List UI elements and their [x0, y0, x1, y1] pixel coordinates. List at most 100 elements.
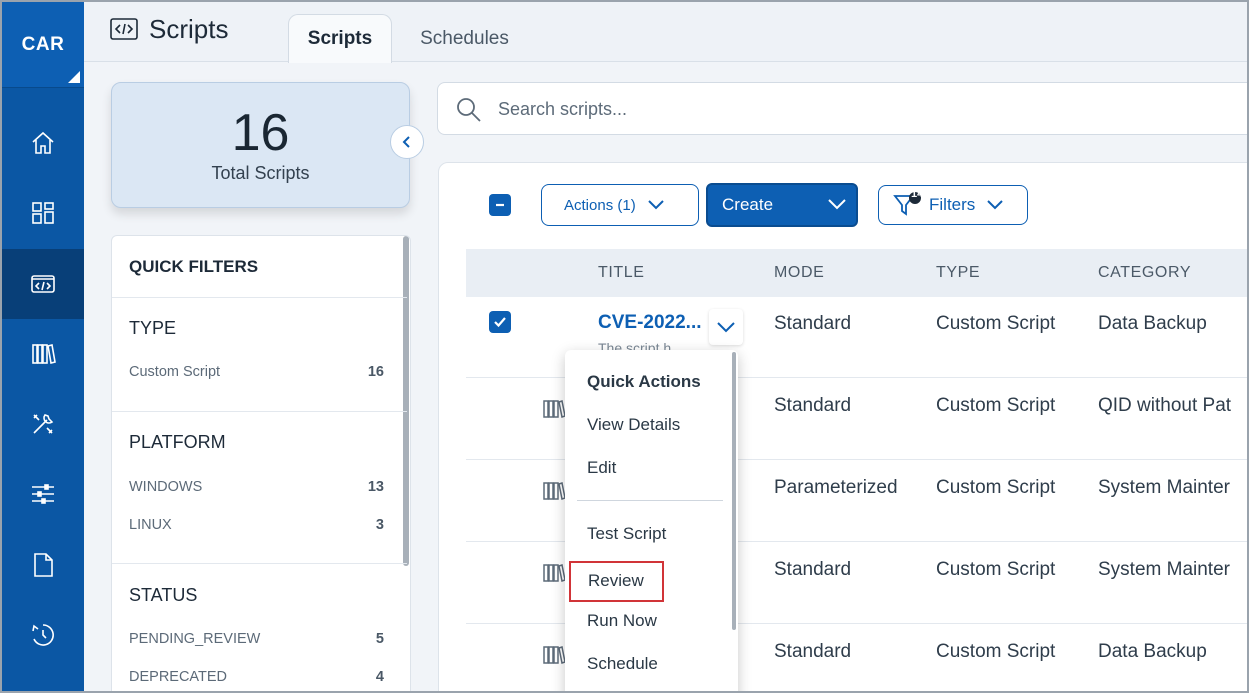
search-bar [437, 82, 1247, 135]
nav-scripts[interactable] [2, 249, 84, 319]
filter-item-count: 16 [367, 364, 384, 380]
filter-item-count: 4 [375, 669, 384, 685]
quick-filters-title: QUICK FILTERS [129, 257, 259, 276]
script-title-link[interactable]: CVE-2022... [598, 312, 702, 334]
filter-item-deprecated[interactable]: DEPRECATED 4 [129, 669, 384, 685]
actions-button[interactable]: Actions (1) [541, 184, 699, 226]
quick-actions-menu: Quick Actions View Details Edit Test Scr… [565, 350, 738, 691]
library-icon [543, 400, 566, 418]
menu-scrollbar[interactable] [732, 352, 736, 630]
filter-section-platform: PLATFORM [129, 432, 226, 452]
menu-divider [577, 500, 723, 501]
document-icon [34, 553, 53, 577]
library-icon [543, 482, 566, 500]
menu-item-view-details[interactable]: View Details [587, 415, 680, 435]
filters-button-label: Filters [929, 195, 976, 214]
cell-mode: Standard [774, 641, 852, 662]
actions-button-label: Actions (1) [564, 196, 636, 214]
filter-item-count: 3 [375, 517, 384, 533]
filter-item-label: PENDING_REVIEW [129, 631, 261, 647]
page-header: Scripts [84, 2, 1247, 62]
filter-section-type: TYPE [129, 318, 177, 338]
chevron-down-icon [828, 199, 846, 210]
cell-category: Data Backup [1098, 313, 1207, 334]
cell-category: QID without Pat [1098, 395, 1232, 416]
quick-actions-title: Quick Actions [587, 372, 701, 391]
page-title: Scripts [149, 14, 229, 44]
tools-icon [33, 414, 54, 434]
filter-item-count: 5 [375, 631, 384, 647]
menu-item-schedule[interactable]: Schedule [587, 654, 658, 674]
library-icon [543, 646, 566, 664]
chevron-left-icon [402, 136, 410, 148]
nav-tools[interactable] [2, 389, 84, 459]
library-icon [543, 564, 566, 582]
tab-scripts[interactable]: Scripts [288, 14, 392, 63]
divider [112, 411, 407, 412]
filter-item-pending-review[interactable]: PENDING_REVIEW 5 [129, 631, 384, 647]
chevron-down-icon [717, 321, 735, 332]
cell-type: Custom Script [936, 559, 1056, 580]
select-all-checkbox[interactable] [489, 194, 511, 216]
nav-reports[interactable] [2, 530, 84, 600]
divider [112, 297, 407, 298]
code-icon [110, 18, 138, 40]
checkmark-icon [494, 317, 506, 328]
tab-schedules[interactable]: Schedules [407, 14, 522, 63]
app-frame: CAR Scripts Scripts Schedules 16 Total S… [0, 0, 1249, 693]
cell-type: Custom Script [936, 395, 1056, 416]
column-title[interactable]: TITLE [598, 264, 645, 282]
row-actions-toggle[interactable] [709, 309, 743, 345]
search-input[interactable] [498, 95, 1198, 123]
filters-scrollbar[interactable] [403, 236, 409, 566]
row-checkbox[interactable] [489, 311, 511, 333]
home-icon [32, 131, 54, 154]
nav-library[interactable] [2, 319, 84, 389]
column-type[interactable]: TYPE [936, 264, 980, 282]
collapse-panel-button[interactable] [390, 125, 424, 159]
code-icon [31, 275, 55, 293]
switcher-corner-icon [68, 71, 80, 83]
create-button[interactable]: Create [706, 183, 858, 227]
filters-button[interactable]: 14 Filters [878, 185, 1028, 225]
cell-type: Custom Script [936, 477, 1056, 498]
column-category[interactable]: CATEGORY [1098, 264, 1191, 282]
filter-item-linux[interactable]: LINUX 3 [129, 517, 384, 533]
divider [112, 563, 407, 564]
cell-mode: Standard [774, 313, 852, 334]
nav-settings[interactable] [2, 459, 84, 529]
chevron-down-icon [987, 200, 1003, 210]
nav-home[interactable] [2, 108, 84, 178]
nav-history[interactable] [2, 600, 84, 670]
cell-type: Custom Script [936, 313, 1056, 334]
cell-type: Custom Script [936, 641, 1056, 662]
chevron-down-icon [647, 200, 664, 210]
library-icon [32, 344, 56, 364]
review-highlight-box [569, 561, 664, 602]
column-mode[interactable]: MODE [774, 264, 824, 282]
search-icon [457, 98, 481, 122]
total-scripts-label: Total Scripts [211, 163, 310, 183]
brand-switcher[interactable]: CAR [2, 2, 84, 88]
filter-item-label: LINUX [129, 517, 172, 533]
menu-item-run-now[interactable]: Run Now [587, 611, 657, 631]
menu-item-edit[interactable]: Edit [587, 458, 616, 478]
filters-count-badge: 14 [911, 188, 924, 200]
menu-item-test-script[interactable]: Test Script [587, 524, 666, 544]
cell-mode: Parameterized [774, 477, 898, 498]
sliders-icon [32, 484, 54, 504]
filter-item-count: 13 [367, 479, 384, 495]
filter-item-label: DEPRECATED [129, 669, 228, 685]
nav-dashboard[interactable] [2, 178, 84, 248]
filter-section-status: STATUS [129, 585, 198, 605]
minus-icon [496, 203, 504, 207]
filter-item-windows[interactable]: WINDOWS 13 [129, 479, 384, 495]
filter-item-custom-script[interactable]: Custom Script 16 [129, 364, 384, 380]
filter-item-label: WINDOWS [129, 479, 203, 495]
cell-category: Data Backup [1098, 641, 1207, 662]
cell-mode: Standard [774, 395, 852, 416]
quick-filters-panel: QUICK FILTERS TYPE Custom Script 16 PLAT… [111, 235, 411, 691]
nav-rail: CAR [2, 2, 84, 691]
create-button-label: Create [722, 195, 774, 214]
dashboard-icon [32, 202, 54, 224]
